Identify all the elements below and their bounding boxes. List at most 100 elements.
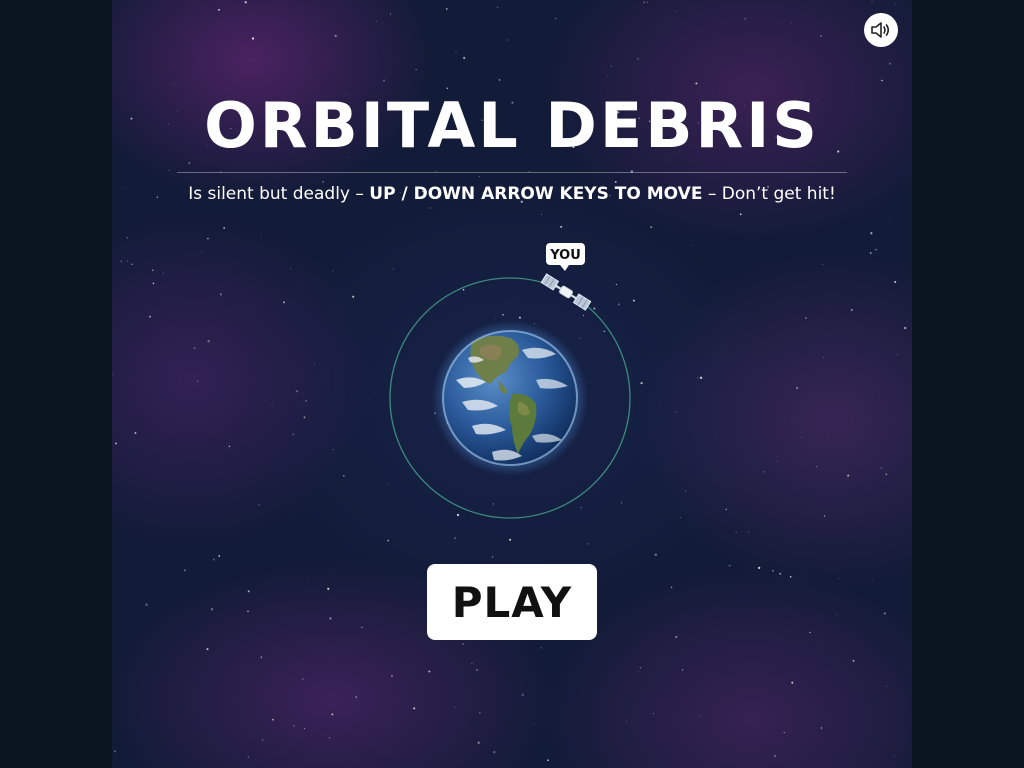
star — [675, 411, 676, 413]
star — [654, 553, 657, 556]
star — [244, 1, 247, 4]
star — [258, 504, 260, 506]
star — [477, 741, 480, 744]
star — [471, 662, 473, 665]
star — [894, 3, 896, 5]
star — [283, 301, 286, 304]
star — [293, 725, 295, 727]
star — [207, 237, 209, 240]
star — [826, 436, 828, 437]
star — [463, 56, 466, 60]
star — [305, 399, 308, 402]
instructions-intro: Is silent but deadly – — [188, 184, 370, 204]
star — [896, 354, 898, 356]
star — [271, 404, 273, 406]
star — [838, 578, 840, 579]
star — [260, 233, 262, 234]
star — [445, 8, 448, 10]
star — [852, 659, 855, 662]
star — [387, 539, 390, 542]
star — [328, 737, 331, 739]
star — [675, 635, 678, 639]
star — [173, 676, 175, 678]
star — [355, 696, 358, 698]
star — [415, 68, 417, 71]
star — [637, 58, 639, 60]
star — [493, 750, 496, 754]
star — [115, 442, 118, 445]
star — [809, 631, 811, 634]
star — [643, 1, 645, 4]
star — [805, 317, 807, 319]
star — [796, 386, 799, 389]
star — [134, 432, 137, 434]
star — [521, 693, 524, 697]
star — [791, 681, 794, 684]
star — [748, 531, 750, 533]
star — [681, 669, 684, 671]
star — [728, 564, 731, 567]
star — [653, 713, 654, 715]
star — [429, 217, 431, 219]
right-margin — [912, 0, 1024, 768]
star — [534, 723, 535, 725]
star — [361, 626, 363, 629]
star — [413, 707, 416, 710]
star — [332, 449, 334, 451]
star — [695, 82, 698, 85]
star — [112, 373, 113, 375]
play-button[interactable]: PLAY — [427, 564, 597, 640]
star — [292, 433, 295, 436]
star — [685, 490, 687, 492]
star — [744, 18, 747, 20]
star — [816, 466, 818, 468]
star — [262, 739, 264, 741]
star — [476, 669, 478, 671]
star — [509, 538, 512, 541]
star — [314, 363, 316, 365]
star — [735, 531, 737, 533]
star — [260, 656, 263, 658]
star — [870, 232, 873, 235]
star — [462, 643, 464, 645]
star — [822, 264, 824, 266]
star — [193, 347, 196, 350]
star — [889, 218, 891, 220]
star — [183, 569, 186, 572]
star — [303, 728, 305, 730]
star — [272, 718, 274, 721]
star — [309, 579, 310, 580]
star — [290, 268, 292, 270]
star — [389, 13, 392, 15]
star — [383, 79, 385, 82]
instructions: Is silent but deadly – UP / DOWN ARROW K… — [112, 182, 912, 206]
star — [697, 377, 699, 379]
star — [210, 608, 214, 611]
star — [498, 79, 501, 81]
star — [207, 340, 210, 343]
star — [650, 226, 653, 229]
sound-toggle-button[interactable] — [864, 13, 898, 47]
star — [774, 755, 776, 758]
star — [801, 436, 803, 438]
star — [247, 756, 249, 758]
star — [639, 667, 641, 669]
star — [879, 394, 880, 396]
star — [391, 675, 393, 678]
star — [635, 5, 636, 7]
star — [455, 51, 457, 52]
star — [247, 590, 250, 593]
star — [168, 169, 170, 171]
star — [885, 685, 888, 687]
star — [201, 251, 203, 253]
star — [325, 734, 326, 735]
star — [331, 713, 334, 716]
star — [670, 586, 673, 589]
satellite-icon — [540, 273, 592, 311]
star — [114, 750, 116, 753]
star — [478, 712, 481, 714]
orbit-scene: YOU — [389, 243, 631, 519]
star — [758, 566, 761, 570]
star — [875, 248, 877, 251]
star — [776, 461, 778, 462]
